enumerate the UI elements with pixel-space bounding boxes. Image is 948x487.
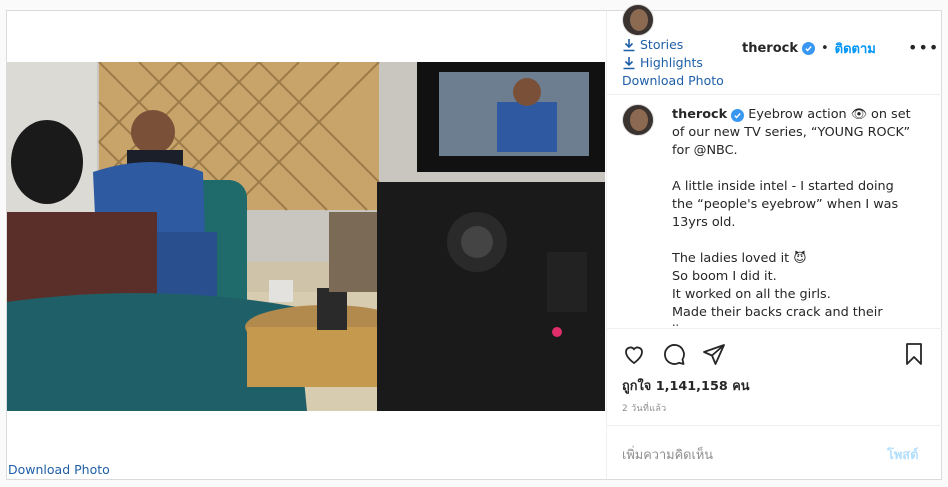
verified-badge-icon [731,109,745,122]
like-heart-icon[interactable] [622,342,646,366]
download-icon [623,38,635,51]
caption-line: So boom I did it. [672,269,777,284]
header-divider [607,94,942,95]
caption-lines: The ladies loved it 😈 So boom I did it. … [672,250,917,326]
highlights-label: Highlights [640,55,703,70]
post-header: therock • ติดตาม [742,38,876,59]
action-bar [622,342,928,368]
post-comment-button[interactable]: โพสต์ [887,444,918,465]
likes-count[interactable]: ถูกใจ 1,141,158 คน [622,375,750,396]
header-username[interactable]: therock [742,41,798,56]
header-avatar[interactable] [622,4,654,36]
caption-paragraph-2: A little inside intel - I started doing … [672,179,899,230]
download-photo-link-top[interactable]: Download Photo [622,73,724,88]
stories-link[interactable]: Stories [622,37,683,52]
actions-divider [607,328,942,329]
download-icon [623,56,635,69]
verified-badge-icon [801,42,815,55]
save-bookmark-icon[interactable] [902,342,926,366]
caption-line: The ladies loved it 😈 [672,251,807,266]
share-send-icon[interactable] [702,342,726,366]
download-photo-link-bottom[interactable]: Download Photo [8,462,110,477]
caption-line: It worked on all the girls. [672,287,831,302]
header-separator: • [820,41,829,56]
avatar-face [630,109,648,131]
comment-input[interactable]: เพิ่มความคิดเห็น [622,444,713,465]
caption-paragraph-1: therock Eyebrow action 👁 on set of our n… [672,106,917,160]
stories-label: Stories [640,37,684,52]
follow-button[interactable]: ติดตาม [835,38,876,59]
caption-avatar[interactable] [622,104,654,136]
comment-icon[interactable] [662,342,686,366]
post-photo[interactable] [7,62,605,411]
photo-scene [7,62,605,411]
highlights-link[interactable]: Highlights [622,55,703,70]
caption-username[interactable]: therock [672,107,727,122]
posted-time[interactable]: 2 วันที่แล้ว [622,401,667,415]
caption-line: Made their backs crack and their livers [672,305,883,326]
comment-divider [607,425,942,426]
more-options-icon[interactable]: ••• [908,38,939,57]
avatar-face [630,9,648,31]
caption-body: therock Eyebrow action 👁 on set of our n… [672,106,917,326]
panel-divider [606,11,607,479]
